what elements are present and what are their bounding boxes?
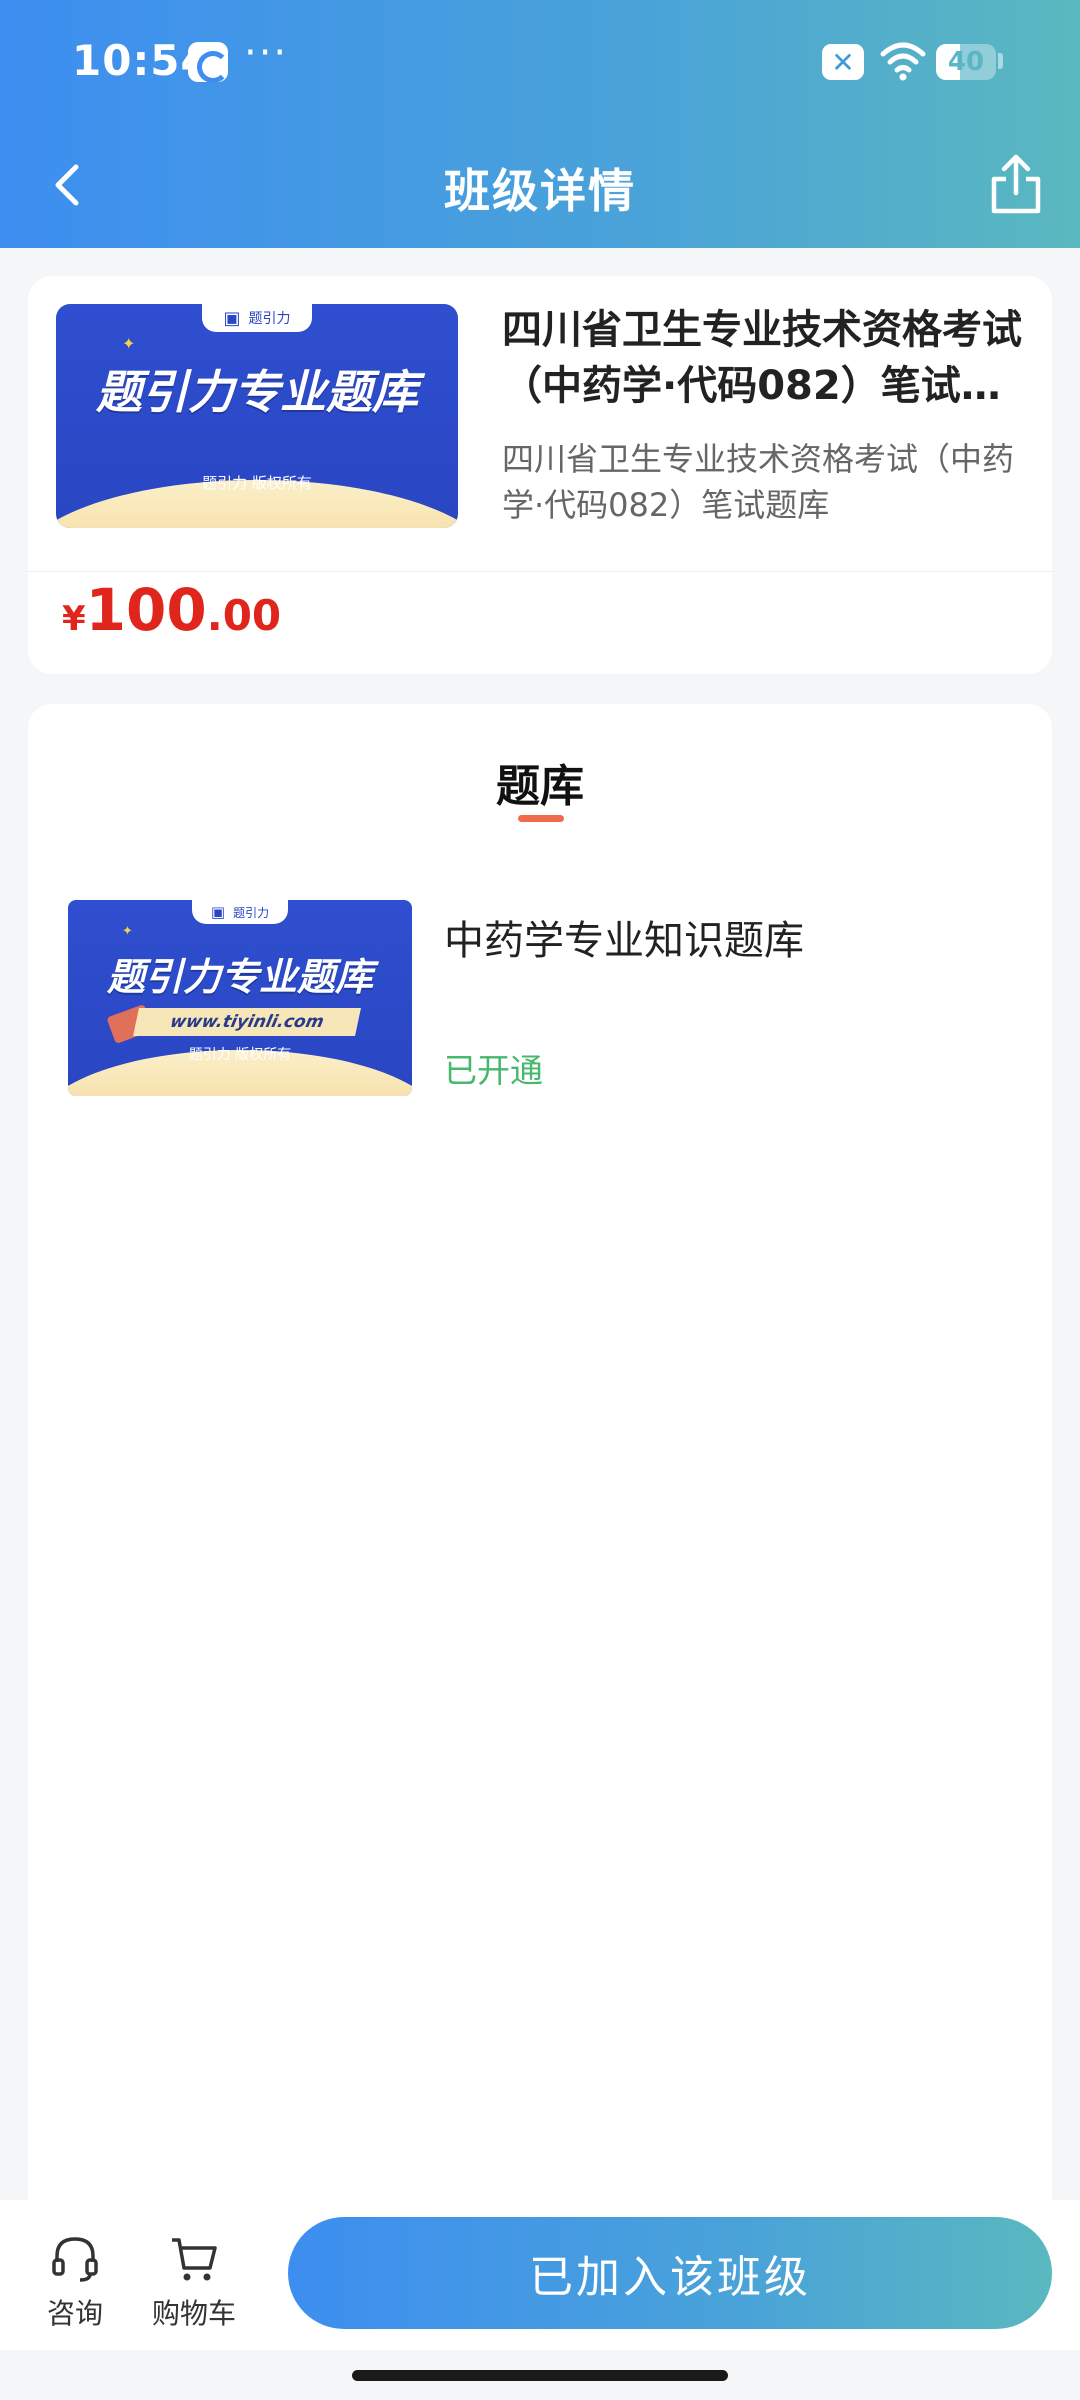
cart-icon [172, 2238, 217, 2281]
price-symbol: ¥ [62, 599, 86, 639]
battery-tip [998, 53, 1003, 69]
thumbnail-brand-tab: ▣ 题引力 [202, 304, 312, 332]
brand-logo-icon: ▣ [223, 307, 241, 329]
headset-icon [52, 2237, 98, 2282]
sparkle-icon: ✦ [122, 334, 136, 353]
question-bank-section: 题库 ▣ 题引力 ✦ 题引力专业题库 www.tiyinli.com 题引力 版… [28, 704, 1052, 2204]
status-bar: 10:54 ··· ✕ 40 [0, 0, 1080, 125]
wifi-icon [880, 42, 926, 81]
thumbnail-url: www.tiyinli.com [133, 1008, 361, 1036]
close-notification-icon: ✕ [822, 44, 864, 80]
app-notification-icon [188, 42, 229, 83]
header: 10:54 ··· ✕ 40 班级详情 [0, 0, 1080, 248]
consult-label: 咨询 [46, 2297, 103, 2330]
join-class-button[interactable]: 已加入该班级 [288, 2217, 1052, 2329]
nav-bar: 班级详情 [0, 125, 1080, 248]
list-item[interactable]: ▣ 题引力 ✦ 题引力专业题库 www.tiyinli.com 题引力 版权所有… [68, 900, 1018, 1100]
more-notifications-icon: ··· [244, 30, 289, 76]
thumbnail-brand: 题引力 [248, 311, 291, 327]
price-integer: 100 [85, 576, 207, 644]
home-indicator[interactable] [352, 2370, 728, 2381]
share-button[interactable] [984, 151, 1048, 219]
battery-icon: 40 [936, 44, 996, 80]
battery-level: 40 [947, 47, 985, 77]
brand-logo-icon: ▣ [210, 903, 226, 921]
page-title: 班级详情 [444, 164, 636, 218]
course-card[interactable]: ▣ 题引力 ✦ 题引力专业题库 题引力 版权所有 四川省卫生专业技术资格考试（中… [28, 276, 1052, 674]
section-underline [518, 815, 564, 822]
thumbnail-copyright: 题引力 版权所有 [202, 474, 312, 492]
thumbnail-copyright: 题引力 版权所有 [188, 1047, 292, 1063]
thumbnail-brand: 题引力 [233, 905, 270, 920]
bank-thumbnail: ▣ 题引力 ✦ 题引力专业题库 www.tiyinli.com 题引力 版权所有 [68, 900, 412, 1096]
cart-button[interactable]: 购物车 [139, 2230, 249, 2330]
bank-status: 已开通 [444, 1051, 543, 1090]
price-decimal: .00 [206, 591, 282, 640]
consult-button[interactable]: 咨询 [20, 2230, 130, 2330]
course-price: ¥100.00 [62, 576, 281, 644]
sparkle-icon: ✦ [122, 924, 133, 939]
course-title: 四川省卫生专业技术资格考试（中药学·代码082）笔试题库 [502, 307, 1022, 409]
thumbnail-title: 题引力专业题库 [106, 955, 373, 999]
bank-name: 中药学专业知识题库 [444, 918, 804, 964]
course-thumbnail: ▣ 题引力 ✦ 题引力专业题库 题引力 版权所有 [56, 304, 458, 528]
cart-label: 购物车 [151, 2297, 236, 2330]
thumbnail-title: 题引力专业题库 [96, 365, 418, 419]
section-title[interactable]: 题库 [28, 750, 1052, 814]
bottom-bar: 咨询 购物车 已加入该班级 [0, 2200, 1080, 2350]
thumbnail-brand-tab: ▣ 题引力 [192, 900, 288, 924]
card-divider [28, 571, 1052, 572]
course-subtitle: 四川省卫生专业技术资格考试（中药学·代码082）笔试题库 [502, 440, 1015, 524]
